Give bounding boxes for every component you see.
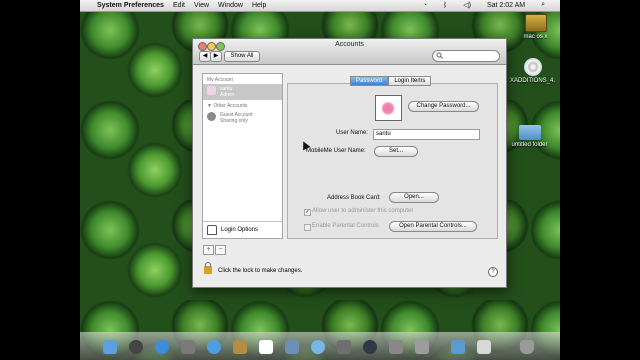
lock-message: Click the lock to make changes. <box>218 268 303 274</box>
cd-icon <box>523 58 542 76</box>
dock <box>80 332 560 360</box>
ichat-icon[interactable] <box>207 340 221 354</box>
guest-text: Guest Account Sharing only <box>220 112 253 125</box>
other-accounts-heading: ▼ Other Accounts <box>207 103 248 109</box>
dashboard-icon[interactable] <box>129 340 143 354</box>
forward-button[interactable]: ▶ <box>210 51 222 62</box>
account-picture[interactable] <box>375 95 402 121</box>
desktop-item-mac-os-x[interactable]: mac os x <box>513 14 558 40</box>
safari-icon[interactable] <box>155 340 169 354</box>
time-machine-icon[interactable] <box>363 340 377 354</box>
lips-icon <box>378 99 399 116</box>
ical-icon[interactable] <box>259 340 273 354</box>
hard-drive-icon <box>524 14 547 32</box>
accounts-window: Accounts ◀ ▶ Show All My Account santu A… <box>192 38 507 288</box>
change-password-button[interactable]: Change Password... <box>408 101 479 112</box>
documents-icon[interactable] <box>451 340 465 354</box>
remove-account-button[interactable]: − <box>215 245 226 255</box>
desktop-item-label: mac os x <box>523 34 548 40</box>
search-field[interactable] <box>432 50 500 62</box>
mobileme-set-button[interactable]: Set... <box>374 146 418 157</box>
parental-controls-label: Enable Parental Controls <box>312 223 379 229</box>
wifi-icon[interactable]: ◔ <box>423 2 427 9</box>
window-titlebar: Accounts ◀ ▶ Show All <box>193 39 506 65</box>
accounts-list: My Account santu Admin ▼ Other Accounts … <box>202 73 283 239</box>
account-role: Admin <box>220 92 235 98</box>
mobileme-user-name-label: MobileMe User Name: <box>306 148 366 154</box>
account-text: santu Admin <box>220 86 234 100</box>
spaces-icon[interactable] <box>337 340 351 354</box>
user-name-label: User Name: <box>336 130 369 136</box>
search-icon <box>436 52 443 59</box>
parental-controls-checkbox[interactable] <box>304 224 311 231</box>
itunes-icon[interactable] <box>311 340 325 354</box>
window-title: Accounts <box>335 41 364 48</box>
app-menu-name[interactable]: System Preferences <box>97 2 164 9</box>
menu-edit[interactable]: Edit <box>173 2 185 9</box>
finder-icon[interactable] <box>103 340 117 354</box>
allow-admin-label: Allow user to administer this computer <box>312 208 414 214</box>
downloads-icon[interactable] <box>477 340 491 354</box>
allow-admin-checkbox[interactable]: ✓ <box>304 209 311 216</box>
menu-extras: ◔ ᛒ ◁) Sat 2:02 AM ⌕ <box>423 1 554 9</box>
account-row-santu[interactable]: santu Admin <box>203 84 282 100</box>
my-account-heading: My Account <box>207 77 233 83</box>
open-parental-controls-button[interactable]: Open Parental Controls... <box>389 221 477 232</box>
guest-account-icon <box>207 112 216 121</box>
add-remove-controls: + − <box>203 245 226 255</box>
user-avatar-icon <box>207 86 216 95</box>
guest-status: Sharing only <box>220 118 248 124</box>
account-row-guest[interactable]: Guest Account Sharing only <box>203 110 282 125</box>
address-book-open-button[interactable]: Open... <box>389 192 439 203</box>
bluetooth-icon[interactable]: ᛒ <box>443 2 447 9</box>
menu-window[interactable]: Window <box>218 2 243 9</box>
desktop-item-untitled-folder[interactable]: untitled folder <box>507 125 552 148</box>
menu-help[interactable]: Help <box>252 2 266 9</box>
system-preferences-icon[interactable] <box>389 340 403 354</box>
desktop-item-label: untitled folder <box>511 142 548 148</box>
mail-icon[interactable] <box>181 340 195 354</box>
user-name-field[interactable]: santu <box>373 129 480 140</box>
address-book-card-label: Address Book Card: <box>327 195 381 201</box>
menu-bar: System Preferences Edit View Window Help… <box>80 0 560 12</box>
utility-icon[interactable] <box>415 340 429 354</box>
clock[interactable]: Sat 2:02 AM <box>487 2 525 9</box>
tab-password[interactable]: Password <box>350 76 389 86</box>
account-tabs: Password Login Items <box>350 76 432 86</box>
back-arrow-icon: ◀ <box>202 53 208 59</box>
house-icon <box>207 225 217 235</box>
trash-icon[interactable] <box>520 340 534 354</box>
add-account-button[interactable]: + <box>203 245 214 255</box>
tab-login-items[interactable]: Login Items <box>388 76 432 86</box>
forward-arrow-icon: ▶ <box>213 53 219 59</box>
address-book-icon[interactable] <box>233 340 247 354</box>
desktop-item-label: XADDITIONS_4. <box>510 78 556 84</box>
show-all-button[interactable]: Show All <box>224 51 260 62</box>
spotlight-icon[interactable]: ⌕ <box>541 1 545 9</box>
login-options-button[interactable]: Login Options <box>203 221 282 238</box>
volume-icon[interactable]: ◁) <box>463 1 471 9</box>
lock-icon[interactable] <box>204 262 212 274</box>
login-options-label: Login Options <box>221 227 259 233</box>
folder-icon <box>518 125 541 140</box>
help-button[interactable]: ? <box>488 267 498 277</box>
desktop-item-cd[interactable]: XADDITIONS_4. <box>510 58 555 84</box>
preview-icon[interactable] <box>285 340 299 354</box>
menu-view[interactable]: View <box>194 2 209 9</box>
